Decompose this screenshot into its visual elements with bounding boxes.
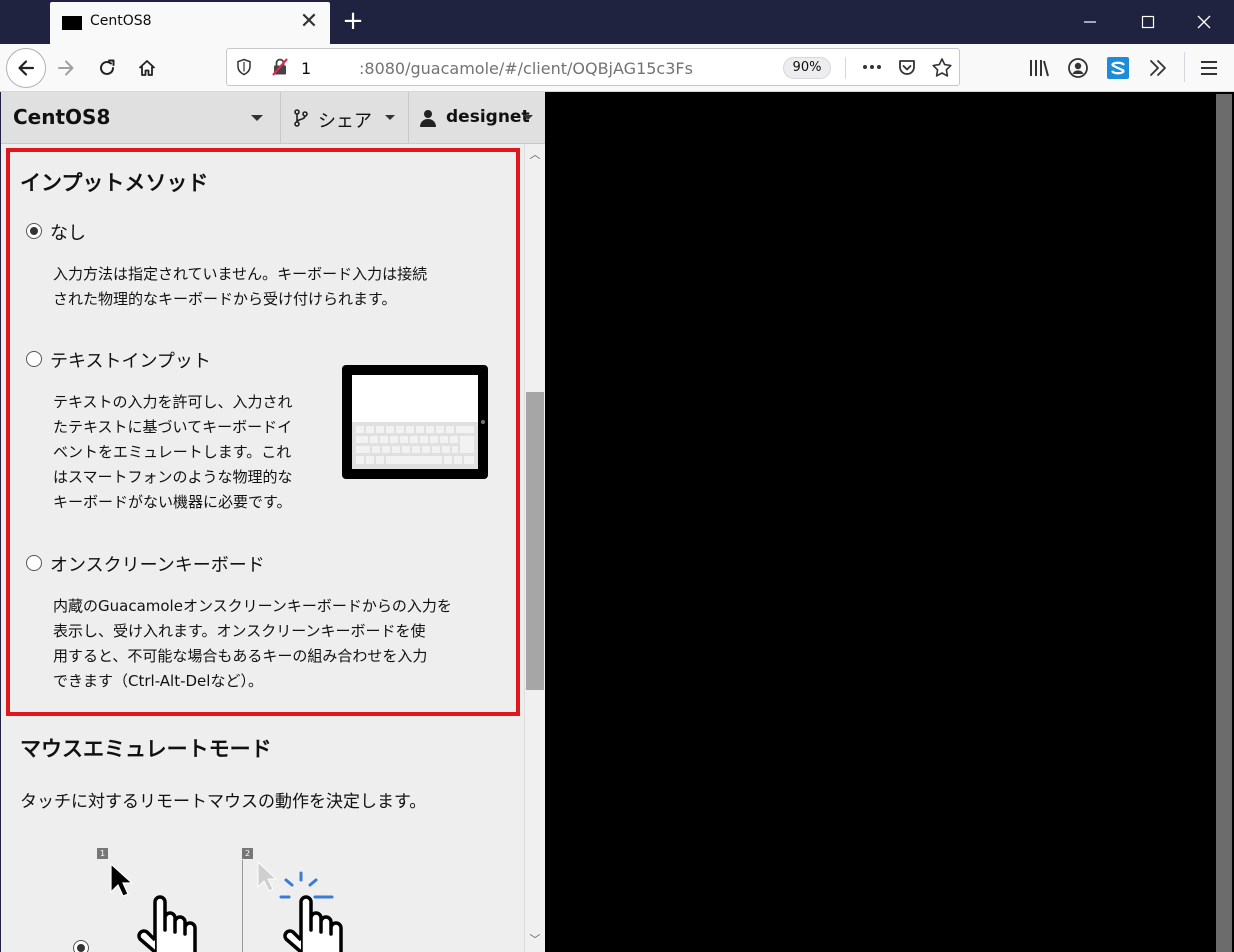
guac-menu-header: CentOS8 シェア designet <box>1 92 545 144</box>
maximize-icon <box>1141 15 1155 29</box>
hand-touch-icon <box>137 895 197 952</box>
user-dropdown[interactable]: designet <box>408 92 545 144</box>
toolbar-separator <box>1184 52 1185 82</box>
navigation-toolbar: 1 :8080/guacamole/#/client/OQBjAG15c3Fs … <box>0 44 1234 92</box>
share-label: シェア <box>318 111 372 132</box>
close-icon <box>1197 15 1211 29</box>
user-name: designet <box>446 107 530 127</box>
mouse-pointer-icon <box>110 862 133 897</box>
maximize-button[interactable] <box>1120 0 1176 44</box>
arrow-right-icon <box>58 60 74 76</box>
minimize-button[interactable] <box>1062 0 1118 44</box>
account-icon[interactable] <box>1067 57 1089 79</box>
step-1-badge: 1 <box>97 848 108 859</box>
radio-text-input[interactable] <box>26 351 42 367</box>
new-tab-button[interactable]: + <box>338 6 368 36</box>
url-host: 1 <box>301 59 312 78</box>
tablet-home-button <box>481 420 485 424</box>
mouse-mode-desc: タッチに対するリモートマウスの動作を決定します。 <box>20 792 427 812</box>
step-2-badge: 2 <box>242 848 253 859</box>
overflow-chevron-icon[interactable] <box>1148 58 1168 78</box>
menu-scroll-content: インプットメソッド なし 入力方法は指定されていません。キーボード入力は接続 さ… <box>1 144 524 952</box>
input-method-heading: インプットメソッド <box>20 171 209 195</box>
remote-display-scrollbar[interactable] <box>1216 94 1232 952</box>
more-actions-icon[interactable] <box>861 58 883 76</box>
option-onscreen-keyboard-desc: 内蔵のGuacamoleオンスクリーンキーボードからの入力を 表示し、受け入れま… <box>53 597 452 690</box>
close-window-button[interactable] <box>1176 0 1232 44</box>
connection-dropdown[interactable]: CentOS8 <box>1 92 279 144</box>
url-path: :8080/guacamole/#/client/OQBjAG15c3Fs <box>359 59 693 78</box>
forward-button[interactable] <box>48 50 84 86</box>
hand-touch-icon <box>283 895 343 952</box>
chevron-down-icon <box>251 115 263 121</box>
tablet-keyboard-illustration <box>342 365 488 479</box>
back-button[interactable] <box>6 48 46 88</box>
connection-name: CentOS8 <box>13 105 111 129</box>
option-none-desc: 入力方法は指定されていません。キーボード入力は接続 された物理的なキーボードから… <box>53 265 428 308</box>
url-bar[interactable]: 1 :8080/guacamole/#/client/OQBjAG15c3Fs … <box>226 48 960 86</box>
ghost-pointer-icon <box>257 860 278 892</box>
user-icon <box>420 110 436 127</box>
shield-icon <box>237 58 251 76</box>
scroll-up-arrow-icon[interactable]: ︿ <box>527 147 543 163</box>
remote-display[interactable] <box>545 92 1234 952</box>
option-onscreen-keyboard-label[interactable]: オンスクリーンキーボード <box>50 551 265 577</box>
extension-s-icon[interactable] <box>1106 56 1130 80</box>
tab-title: CentOS8 <box>90 13 152 29</box>
url-separator <box>845 57 846 79</box>
menu-scrollbar-thumb[interactable] <box>526 392 544 690</box>
pocket-icon[interactable] <box>897 58 917 78</box>
window-titlebar: CentOS8 ✕ + <box>0 0 1234 44</box>
zoom-level-badge[interactable]: 90% <box>783 57 831 79</box>
reload-button[interactable] <box>89 50 125 86</box>
guacamole-menu-panel: CentOS8 シェア designet インプットメソッド なし 入力方法は指… <box>0 92 545 952</box>
option-none-label[interactable]: なし <box>50 219 86 245</box>
tab-close-icon[interactable]: ✕ <box>298 11 320 33</box>
home-icon <box>138 60 156 76</box>
home-button[interactable] <box>129 50 165 86</box>
bookmark-star-icon[interactable] <box>931 57 953 79</box>
browser-tab[interactable]: CentOS8 ✕ <box>50 2 330 44</box>
mouse-mode-heading: マウスエミュレートモード <box>20 737 272 761</box>
chevron-down-icon <box>385 115 395 120</box>
radio-onscreen-keyboard[interactable] <box>26 555 42 571</box>
chevron-down-icon <box>523 115 533 120</box>
tab-favicon-icon <box>62 16 82 30</box>
radio-none[interactable] <box>26 223 42 239</box>
option-text-input-label[interactable]: テキストインプット <box>50 347 211 373</box>
library-icon[interactable] <box>1028 58 1050 78</box>
keyboard-keys-icon <box>356 426 474 464</box>
scroll-down-arrow-icon[interactable]: ﹀ <box>527 932 543 948</box>
share-dropdown[interactable]: シェア <box>280 92 408 144</box>
minimize-icon <box>1084 21 1096 23</box>
share-branch-icon <box>294 109 308 127</box>
step-divider <box>242 860 243 952</box>
insecure-connection-icon <box>272 58 288 76</box>
option-text-input-desc: テキストの入力を許可し、入力され たテキストに基づいてキーボードイ ベントをエミ… <box>53 393 293 511</box>
hamburger-menu-icon[interactable] <box>1199 58 1219 78</box>
radio-mouse-mode-absolute[interactable] <box>73 940 89 952</box>
reload-icon <box>100 59 115 75</box>
arrow-left-icon <box>18 60 35 76</box>
